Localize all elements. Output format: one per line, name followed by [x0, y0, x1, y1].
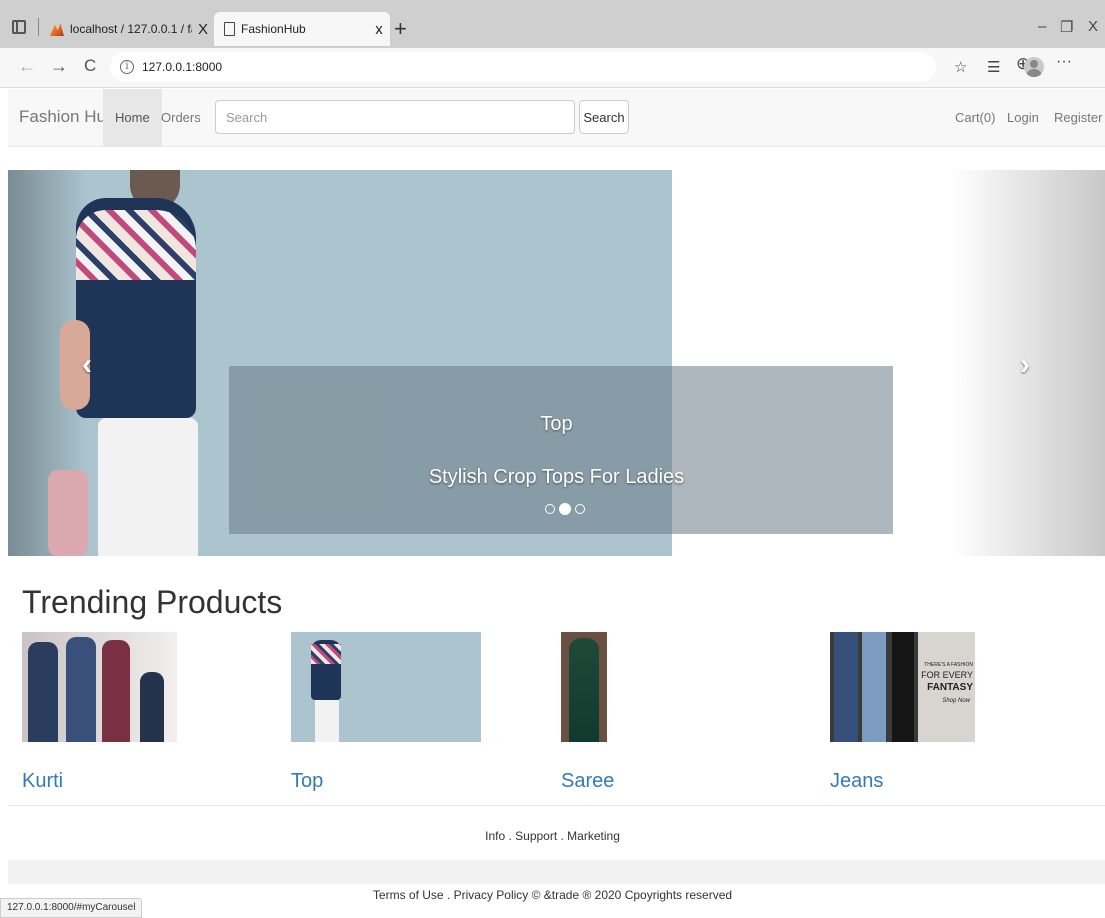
carousel-prev-icon[interactable]: ‹	[82, 348, 92, 382]
forward-button[interactable]: →	[50, 56, 68, 77]
caption-subtitle: Stylish Crop Tops For Ladies	[428, 466, 685, 488]
tab-close-icon[interactable]: x	[368, 21, 390, 38]
product-image-kurti[interactable]	[22, 632, 177, 742]
nav-register[interactable]: Register	[1054, 89, 1102, 147]
caption-title: Top	[540, 413, 573, 435]
jeans-leg	[892, 632, 914, 742]
tab-phpmyadmin[interactable]: localhost / 127.0.0.1 / fashionhub X	[46, 12, 214, 46]
tab-actions-icon[interactable]	[12, 20, 26, 34]
jeans-banner: THERE'S A FASHION FOR EVERY FANTASY Shop…	[918, 632, 975, 742]
tab-close-icon[interactable]: X	[192, 21, 214, 38]
product-name-saree[interactable]: Saree	[561, 770, 614, 793]
product-name-top[interactable]: Top	[291, 770, 323, 793]
tab-strip: localhost / 127.0.0.1 / fashionhub X Fas…	[0, 0, 1105, 48]
phpmyadmin-icon	[50, 23, 64, 36]
status-bar-url: 127.0.0.1:8000/#myCarousel	[0, 898, 143, 918]
copyright-text: Terms of Use . Privacy Policy © &trade ®…	[372, 888, 733, 902]
nav-login[interactable]: Login	[1007, 89, 1039, 147]
product-image-top[interactable]	[291, 632, 481, 742]
new-tab-button[interactable]: +	[394, 16, 407, 42]
tab-fashionhub[interactable]: FashionHub x	[214, 12, 390, 46]
nav-cart[interactable]: Cart(0)	[955, 89, 995, 147]
carousel-next-icon[interactable]: ›	[1020, 348, 1030, 382]
kurti-figure	[66, 637, 96, 742]
indicator-dot[interactable]	[545, 504, 555, 514]
reload-button[interactable]: C	[84, 56, 96, 76]
product-image-saree[interactable]	[561, 632, 607, 742]
footer-links: Info . Support . Marketing	[485, 829, 620, 843]
jeans-leg	[834, 632, 858, 742]
browser-window: localhost / 127.0.0.1 / fashionhub X Fas…	[0, 0, 1105, 918]
info-icon[interactable]: i	[120, 60, 134, 74]
carousel-indicators	[545, 503, 585, 515]
search-button[interactable]: Search	[579, 100, 629, 134]
url-text[interactable]: 127.0.0.1:8000	[142, 60, 222, 74]
banner-line: FANTASY	[927, 682, 973, 693]
page-icon	[224, 22, 235, 36]
restore-button[interactable]: ❐	[1060, 18, 1073, 36]
product-image-jeans[interactable]: THERE'S A FASHION FOR EVERY FANTASY Shop…	[830, 632, 975, 742]
indicator-dot-active[interactable]	[559, 503, 571, 515]
model-figure	[48, 170, 218, 556]
tab-separator	[38, 18, 39, 36]
back-button[interactable]: ←	[18, 56, 36, 77]
kurti-figure	[28, 642, 58, 742]
product-name-jeans[interactable]: Jeans	[830, 770, 883, 793]
carousel: Top Stylish Crop Tops For Ladies ‹ ›	[8, 170, 1105, 556]
banner-line: Shop Now	[942, 698, 970, 704]
footer-bar	[8, 860, 1105, 884]
model-pattern	[76, 210, 196, 280]
kurti-figure	[140, 672, 164, 742]
site-navbar: Fashion Hub Home Orders Search Cart(0) L…	[8, 89, 1105, 147]
banner-line: THERE'S A FASHION	[924, 662, 973, 668]
top-pattern	[311, 644, 341, 664]
favorite-star-icon[interactable]: ☆	[954, 58, 967, 76]
divider	[8, 805, 1105, 806]
close-window-button[interactable]: X	[1088, 18, 1098, 35]
indicator-dot[interactable]	[575, 504, 585, 514]
search-input[interactable]	[215, 100, 575, 134]
top-pants	[315, 700, 339, 742]
profile-icon[interactable]	[1024, 57, 1044, 77]
tab-title: localhost / 127.0.0.1 / fashionhub	[70, 22, 192, 36]
jeans-leg	[862, 632, 886, 742]
tab-title: FashionHub	[241, 22, 306, 36]
brand-logo[interactable]: Fashion Hub	[19, 107, 115, 127]
favorites-icon[interactable]: ☰	[987, 58, 1000, 76]
url-field[interactable]: i 127.0.0.1:8000	[110, 52, 936, 82]
address-bar: ← → C i 127.0.0.1:8000 ☆ ☰ ··· ⊕	[0, 48, 1105, 88]
minimize-button[interactable]: –	[1038, 18, 1046, 35]
more-icon[interactable]: ···	[1056, 53, 1072, 71]
nav-orders[interactable]: Orders	[149, 89, 213, 147]
saree-figure	[569, 638, 599, 742]
kurti-figure	[102, 640, 130, 742]
banner-line: FOR EVERY	[921, 670, 973, 680]
trending-title: Trending Products	[22, 584, 283, 620]
product-name-kurti[interactable]: Kurti	[22, 770, 63, 793]
